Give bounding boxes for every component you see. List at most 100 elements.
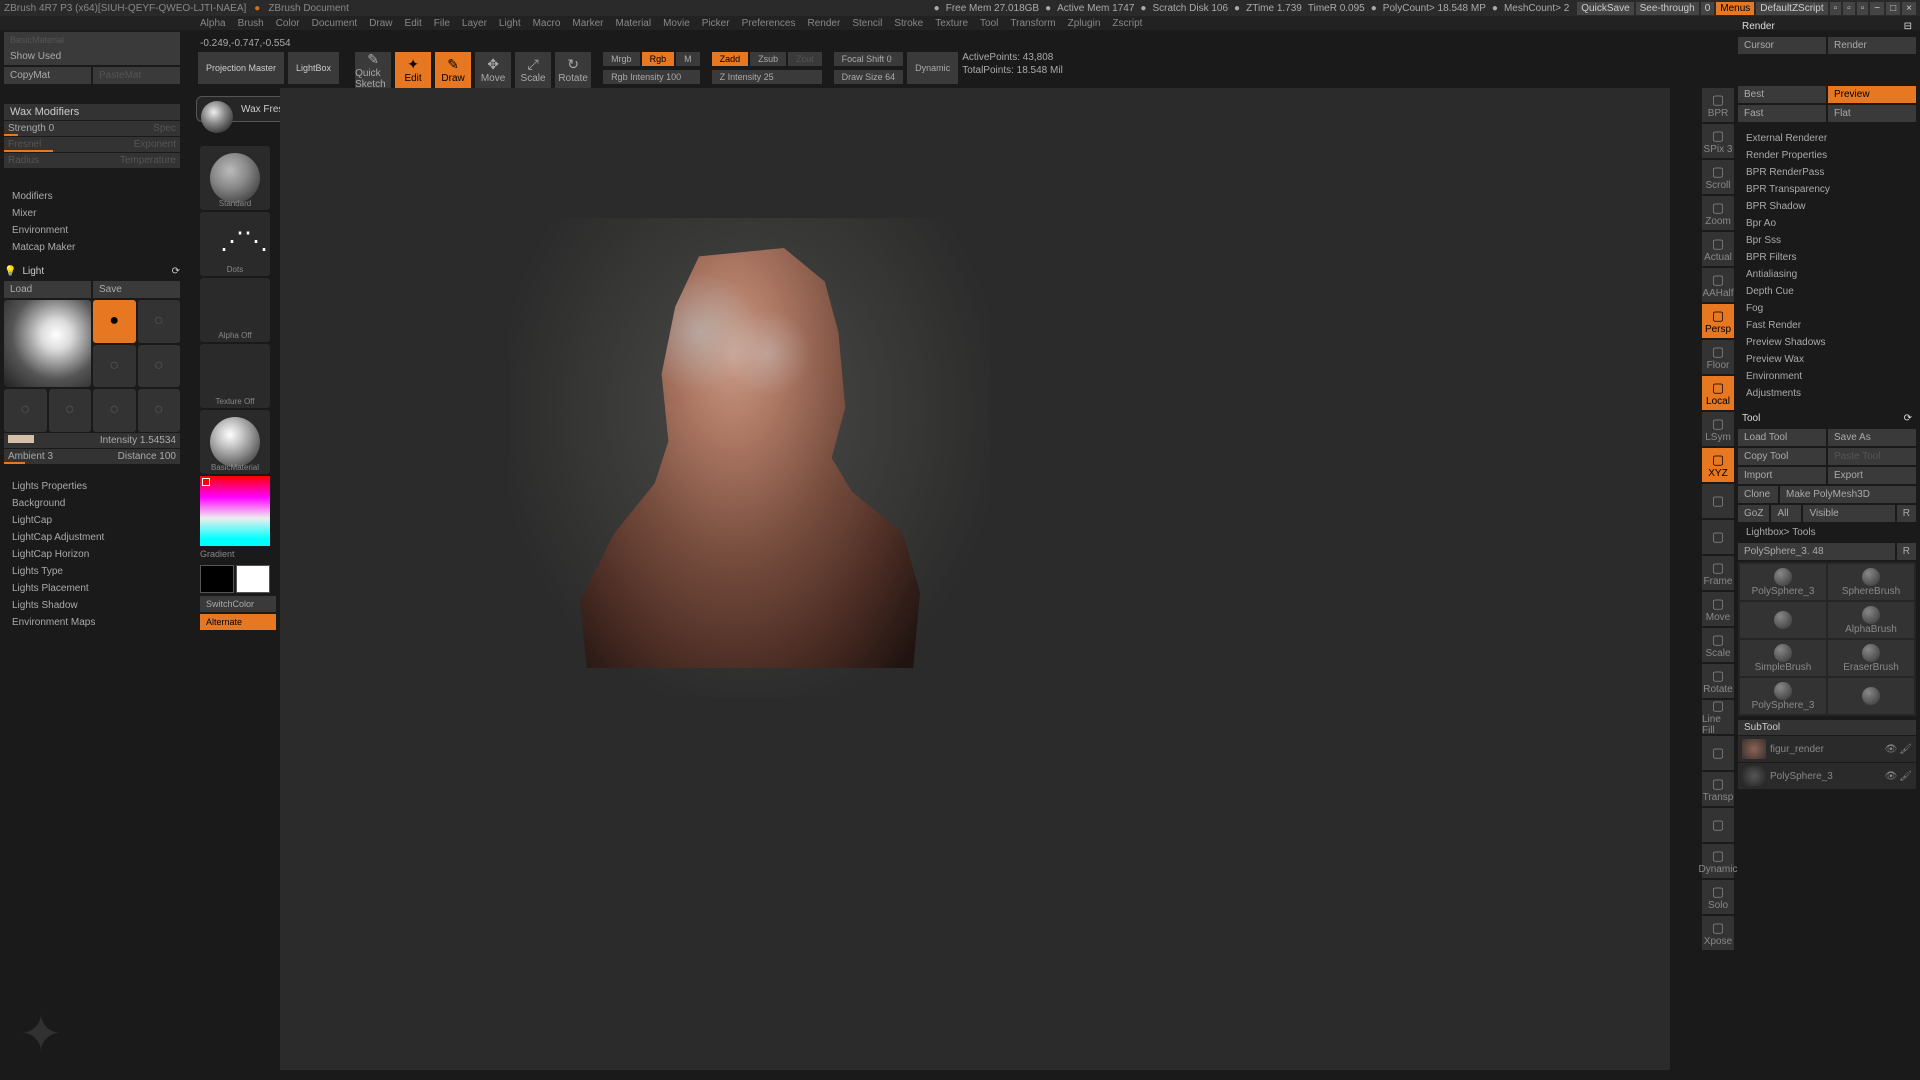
maximize-button[interactable]: □ xyxy=(1886,2,1900,15)
r-button-2[interactable]: R xyxy=(1897,543,1916,560)
scale-button[interactable]: ⤢Scale xyxy=(515,52,551,88)
preview-button[interactable]: Preview xyxy=(1828,86,1916,103)
render-bpr-ao[interactable]: Bpr Ao xyxy=(1738,215,1916,232)
subtool-header[interactable]: SubTool xyxy=(1738,720,1916,735)
menu-light[interactable]: Light xyxy=(499,18,521,29)
rtool-scroll[interactable]: ▢Scroll xyxy=(1702,160,1734,194)
rtool-solo[interactable]: ▢Solo xyxy=(1702,880,1734,914)
light-2[interactable]: ○ xyxy=(138,300,181,343)
menu-transform[interactable]: Transform xyxy=(1010,18,1055,29)
rtool-floor[interactable]: ▢Floor xyxy=(1702,340,1734,374)
strength-slider[interactable]: Strength 0Spec xyxy=(4,121,180,136)
menu-edit[interactable]: Edit xyxy=(405,18,422,29)
seethrough-button[interactable]: See-through xyxy=(1636,2,1699,15)
light-3[interactable]: ○ xyxy=(93,345,136,388)
rgb-button[interactable]: Rgb xyxy=(642,52,675,66)
rtool-bpr[interactable]: ▢BPR xyxy=(1702,88,1734,122)
show-used-button[interactable]: Show Used xyxy=(4,48,180,65)
menu-draw[interactable]: Draw xyxy=(369,18,392,29)
all-button[interactable]: All xyxy=(1771,505,1801,522)
visible-button[interactable]: Visible xyxy=(1803,505,1894,522)
render-bpr-filters[interactable]: BPR Filters xyxy=(1738,249,1916,266)
paint-icon[interactable]: 🖌 xyxy=(1899,771,1912,782)
render-depth-cue[interactable]: Depth Cue xyxy=(1738,283,1916,300)
current-tool[interactable]: PolySphere_3. 48 xyxy=(1738,543,1895,560)
fast-button[interactable]: Fast xyxy=(1738,105,1826,122)
fresnel-slider[interactable]: FresnelExponent xyxy=(4,137,180,152)
brush-slot[interactable]: Standard xyxy=(200,146,270,210)
pastemat-button[interactable]: PasteMat xyxy=(93,67,180,84)
menu-preferences[interactable]: Preferences xyxy=(742,18,796,29)
rtool-rotate[interactable]: ▢Rotate xyxy=(1702,664,1734,698)
menu-file[interactable]: File xyxy=(434,18,450,29)
quicksave-button[interactable]: QuickSave xyxy=(1577,2,1633,15)
refresh-icon[interactable]: ⟳ xyxy=(1904,413,1912,424)
menu-zscript[interactable]: Zscript xyxy=(1112,18,1142,29)
light-5[interactable]: ○ xyxy=(4,389,47,432)
z-intensity-slider[interactable]: Z Intensity 25 xyxy=(712,70,822,84)
minimize-button[interactable]: − xyxy=(1870,2,1884,15)
rtool-blank[interactable]: ▢ xyxy=(1702,808,1734,842)
intensity-slider[interactable]: Intensity 1.54534 xyxy=(4,433,180,448)
subtool-item[interactable]: PolySphere_3 👁🖌 xyxy=(1738,763,1916,789)
paste-tool-button[interactable]: Paste Tool xyxy=(1828,448,1916,465)
canvas[interactable] xyxy=(280,88,1670,1070)
focal-shift-slider[interactable]: Focal Shift 0 xyxy=(834,52,904,66)
menu-tool[interactable]: Tool xyxy=(980,18,998,29)
light-8[interactable]: ○ xyxy=(138,389,181,432)
environment-item[interactable]: Environment xyxy=(4,222,180,239)
refresh-icon[interactable]: ⟳ xyxy=(172,266,180,277)
visibility-icon[interactable]: 👁 xyxy=(1885,744,1898,755)
menu-texture[interactable]: Texture xyxy=(935,18,968,29)
edit-button[interactable]: ✦Edit xyxy=(395,52,431,88)
rtool-xpose[interactable]: ▢Xpose xyxy=(1702,916,1734,950)
rtool-blank[interactable]: ▢ xyxy=(1702,736,1734,770)
menu-zplugin[interactable]: Zplugin xyxy=(1068,18,1101,29)
lightbox-button[interactable]: LightBox xyxy=(288,52,339,84)
rtool-line-fill[interactable]: ▢Line Fill xyxy=(1702,700,1734,734)
dynamic-button[interactable]: Dynamic xyxy=(907,52,958,84)
save-as-button[interactable]: Save As xyxy=(1828,429,1916,446)
lights-shadow[interactable]: Lights Shadow xyxy=(4,597,180,614)
menu-render[interactable]: Render xyxy=(808,18,841,29)
menu-brush[interactable]: Brush xyxy=(238,18,264,29)
copy-tool-button[interactable]: Copy Tool xyxy=(1738,448,1826,465)
m-button[interactable]: M xyxy=(676,52,700,66)
menu-marker[interactable]: Marker xyxy=(572,18,603,29)
tool-thumb[interactable]: PolySphere_3 xyxy=(1740,678,1826,714)
switchcolor-button[interactable]: SwitchColor xyxy=(200,596,276,612)
rtool-move[interactable]: ▢Move xyxy=(1702,592,1734,626)
background-item[interactable]: Background xyxy=(4,495,180,512)
render-preview-wax[interactable]: Preview Wax xyxy=(1738,351,1916,368)
copymat-button[interactable]: CopyMat xyxy=(4,67,91,84)
rgb-intensity-slider[interactable]: Rgb Intensity 100 xyxy=(603,70,700,84)
render-render-properties[interactable]: Render Properties xyxy=(1738,147,1916,164)
zadd-button[interactable]: Zadd xyxy=(712,52,749,66)
render-bpr-transparency[interactable]: BPR Transparency xyxy=(1738,181,1916,198)
r-button[interactable]: R xyxy=(1897,505,1916,522)
rtool-scale[interactable]: ▢Scale xyxy=(1702,628,1734,662)
visibility-icon[interactable]: 👁 xyxy=(1885,771,1898,782)
move-button[interactable]: ✥Move xyxy=(475,52,511,88)
save-light-button[interactable]: Save xyxy=(93,281,180,298)
matcap-maker-item[interactable]: Matcap Maker xyxy=(4,239,180,256)
render-button[interactable]: Render xyxy=(1828,37,1916,54)
make-polymesh-button[interactable]: Make PolyMesh3D xyxy=(1780,486,1916,503)
tool-thumb[interactable] xyxy=(1740,602,1826,638)
tool-header[interactable]: Tool⟳ xyxy=(1738,410,1916,427)
zscript-button[interactable]: DefaultZScript xyxy=(1756,2,1827,15)
zsub-button[interactable]: Zsub xyxy=(750,52,786,66)
lightcap-adjustment[interactable]: LightCap Adjustment xyxy=(4,529,180,546)
tool-thumb[interactable]: AlphaBrush xyxy=(1828,602,1914,638)
flat-button[interactable]: Flat xyxy=(1828,105,1916,122)
render-fog[interactable]: Fog xyxy=(1738,300,1916,317)
tool-thumb[interactable]: SphereBrush xyxy=(1828,564,1914,600)
render-antialiasing[interactable]: Antialiasing xyxy=(1738,266,1916,283)
menu-movie[interactable]: Movie xyxy=(663,18,690,29)
projection-master-button[interactable]: Projection Master xyxy=(198,52,284,84)
lightcap-item[interactable]: LightCap xyxy=(4,512,180,529)
light-6[interactable]: ○ xyxy=(49,389,92,432)
render-bpr-shadow[interactable]: BPR Shadow xyxy=(1738,198,1916,215)
light-7[interactable]: ○ xyxy=(93,389,136,432)
document-area[interactable] xyxy=(510,218,990,698)
